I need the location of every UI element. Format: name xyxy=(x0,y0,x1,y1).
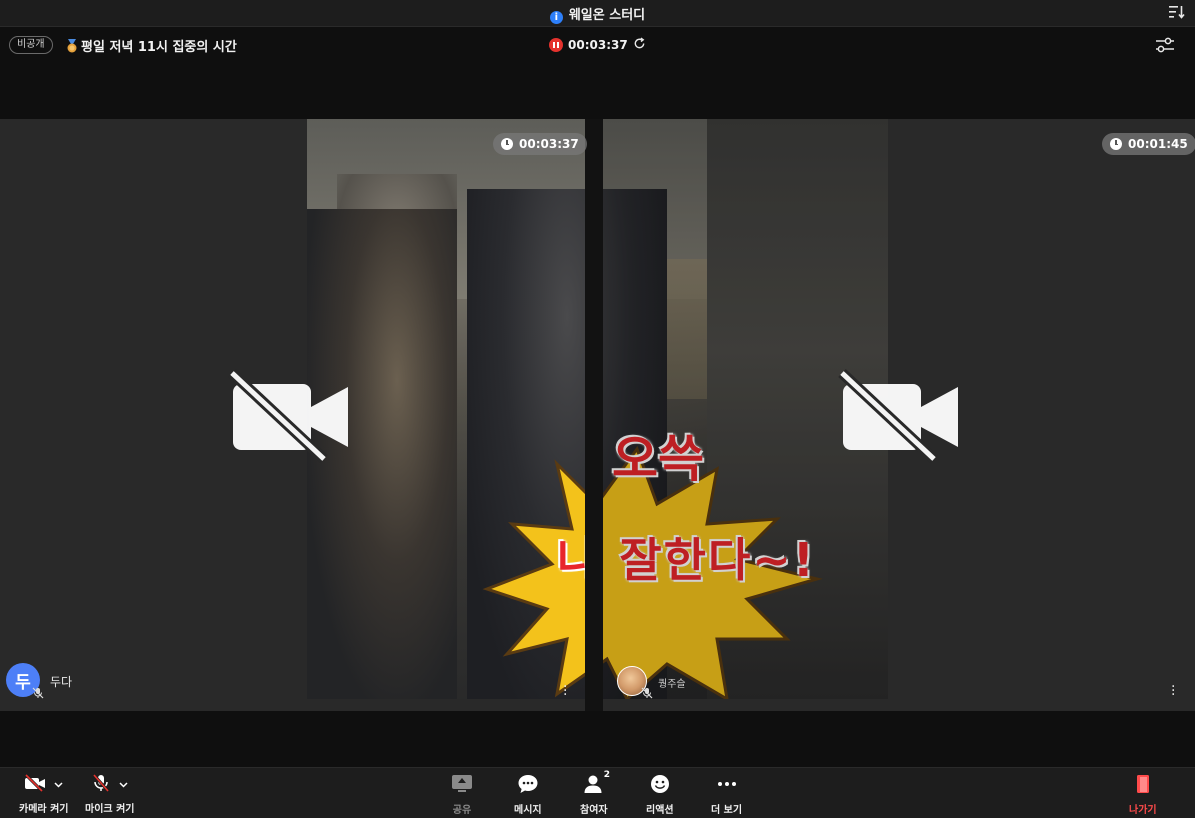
chat-bubble-icon xyxy=(517,774,539,797)
visibility-badge: 비공개 xyxy=(9,36,53,54)
more-label: 더 보기 xyxy=(711,805,743,816)
reaction-label: 리액션 xyxy=(646,805,674,816)
camera-off-icon xyxy=(228,368,353,468)
reaction-button[interactable]: 리액션 xyxy=(646,774,674,816)
camera-toggle-label: 카메라 켜기 xyxy=(19,804,69,815)
mic-toggle-label: 마이크 켜기 xyxy=(85,804,135,815)
clock-icon xyxy=(501,138,513,150)
meeting-toolbar: 카메라 켜기 마이크 켜기 공유 메시지 2 참여자 리액션 더 보기 나가기 xyxy=(0,767,1195,818)
camera-toggle-button[interactable]: 카메라 켜기 xyxy=(19,773,69,815)
video-caption-line1: 오쓱 xyxy=(612,430,704,488)
chevron-down-icon[interactable] xyxy=(54,780,64,791)
mic-muted-icon xyxy=(32,684,44,703)
refresh-icon[interactable] xyxy=(633,37,646,53)
mic-muted-icon xyxy=(641,684,653,703)
camera-off-icon xyxy=(838,368,963,468)
tile-timer-right: 00:01:45 xyxy=(1102,133,1195,155)
message-label: 메시지 xyxy=(514,805,542,816)
sliders-icon[interactable] xyxy=(1155,37,1175,57)
mic-off-icon xyxy=(91,774,114,795)
window-title-text: 웨일온 스터디 xyxy=(568,8,646,23)
window-titlebar: i 웨일온 스터디 xyxy=(0,0,1195,27)
tile-timer-left: 00:03:37 xyxy=(493,133,587,155)
screen-share-icon xyxy=(451,774,473,797)
tile-timer-right-text: 00:01:45 xyxy=(1128,137,1188,151)
session-timer: 00:03:37 xyxy=(549,37,646,53)
pause-record-icon[interactable] xyxy=(549,38,563,52)
person-icon: 2 xyxy=(583,770,610,797)
smiley-icon xyxy=(649,774,671,797)
camera-off-icon xyxy=(24,773,49,795)
mic-toggle-button[interactable]: 마이크 켜기 xyxy=(85,774,134,815)
leave-button[interactable]: 나가기 xyxy=(1129,774,1157,816)
participant-name-right: 퀑주슬 xyxy=(658,679,686,690)
more-horizontal-icon xyxy=(716,774,738,797)
more-button[interactable]: 더 보기 xyxy=(711,774,742,816)
medal-icon xyxy=(66,39,78,57)
message-button[interactable]: 메시지 xyxy=(514,774,542,816)
room-title: 평일 저녁 11시 집중의 시간 xyxy=(66,36,237,57)
window-title: i 웨일온 스터디 xyxy=(0,4,1195,24)
share-button[interactable]: 공유 xyxy=(451,774,473,816)
tile-timer-left-text: 00:03:37 xyxy=(519,137,579,151)
video-stage: 오쓱 나 잘한다~! 00:03:37 00:01:45 두 두다 · · · … xyxy=(0,119,1195,711)
leave-label: 나가기 xyxy=(1129,805,1157,816)
chevron-down-icon[interactable] xyxy=(119,780,129,791)
info-icon[interactable]: i xyxy=(549,11,563,24)
session-timer-text: 00:03:37 xyxy=(568,38,628,52)
room-header: 비공개 평일 저녁 11시 집중의 시간 00:03:37 xyxy=(0,27,1195,119)
participant-name-left: 두다 xyxy=(50,675,73,689)
participants-count: 2 xyxy=(603,770,611,780)
exit-door-icon xyxy=(1132,774,1154,797)
participants-label: 참여자 xyxy=(580,805,608,816)
more-vertical-icon[interactable]: · · · xyxy=(563,680,567,702)
room-title-text: 평일 저녁 11시 집중의 시간 xyxy=(81,40,237,55)
more-vertical-icon[interactable]: · · · xyxy=(1171,680,1175,702)
sort-icon[interactable] xyxy=(1169,4,1185,23)
tile-divider xyxy=(585,119,603,711)
share-label: 공유 xyxy=(452,805,472,816)
clock-icon xyxy=(1110,138,1122,150)
participants-button[interactable]: 2 참여자 xyxy=(580,770,610,816)
